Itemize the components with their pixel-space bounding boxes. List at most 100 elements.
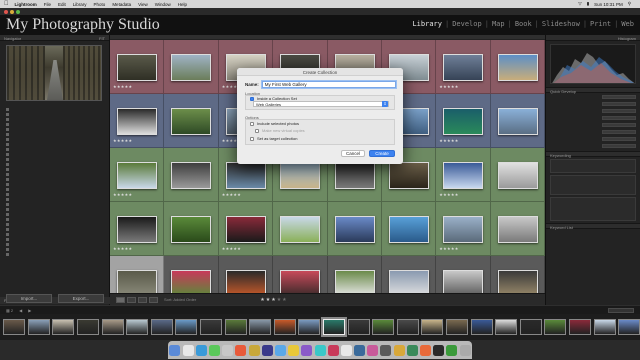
- photo-thumbnail[interactable]: [171, 162, 212, 189]
- filmstrip-thumbnail[interactable]: [421, 319, 444, 335]
- dock-app-icon[interactable]: [380, 344, 392, 356]
- module-develop[interactable]: Develop: [452, 20, 482, 28]
- photo-thumbnail[interactable]: [388, 216, 429, 243]
- photo-thumbnail[interactable]: [280, 216, 321, 243]
- vibrance-field[interactable]: [602, 143, 636, 148]
- keyword-list-header[interactable]: Keyword List: [546, 223, 640, 230]
- photo-thumbnail[interactable]: [388, 162, 429, 189]
- close-window-icon[interactable]: [4, 9, 8, 14]
- include-selected-checkbox[interactable]: Include selected photos: [250, 121, 299, 126]
- photo-thumbnail[interactable]: [171, 108, 212, 135]
- star-rating[interactable]: ★★★★★: [113, 192, 132, 197]
- minimize-window-icon[interactable]: [10, 9, 14, 14]
- star-rating[interactable]: ★★★★★: [439, 192, 458, 197]
- saved-preset-field[interactable]: [602, 94, 636, 99]
- photo-thumbnail[interactable]: [280, 162, 321, 189]
- filmstrip-thumbnail[interactable]: [372, 319, 395, 335]
- photo-thumbnail[interactable]: [117, 162, 157, 189]
- temperature-field[interactable]: [602, 108, 636, 113]
- menu-help[interactable]: Help: [178, 2, 187, 7]
- photo-thumbnail[interactable]: [497, 108, 538, 135]
- rating-stars[interactable]: ★★★★★: [260, 297, 287, 303]
- photo-thumbnail[interactable]: [334, 216, 375, 243]
- dock-app-icon[interactable]: [182, 344, 194, 356]
- set-target-checkbox[interactable]: Set as target collection: [250, 136, 297, 141]
- search-icon[interactable]: ⚲: [628, 1, 631, 7]
- dock-app-icon[interactable]: [393, 344, 405, 356]
- filmstrip-thumbnail[interactable]: [568, 319, 591, 335]
- sort-control[interactable]: Sort: Added Order: [164, 297, 196, 302]
- photo-thumbnail[interactable]: [497, 216, 538, 243]
- filmstrip-thumbnail[interactable]: [175, 319, 198, 335]
- dock-app-icon[interactable]: [248, 344, 260, 356]
- module-library[interactable]: Library: [412, 20, 442, 28]
- menu-window[interactable]: Window: [155, 2, 171, 7]
- menu-metadata[interactable]: Metadata: [112, 2, 131, 7]
- grid-cell[interactable]: [490, 40, 545, 94]
- photo-thumbnail[interactable]: [443, 162, 484, 189]
- star-rating[interactable]: ★★★★★: [222, 192, 241, 197]
- star-rating[interactable]: ★★★★★: [439, 84, 458, 89]
- tint-field[interactable]: [602, 115, 636, 120]
- filmstrip-thumbnail[interactable]: [618, 319, 640, 335]
- dock-app-icon[interactable]: [209, 344, 220, 356]
- grid-cell[interactable]: [490, 94, 545, 148]
- filmstrip-thumbnail[interactable]: [101, 319, 124, 335]
- filmstrip-thumbnail[interactable]: [126, 319, 149, 335]
- dock-app-icon[interactable]: [288, 344, 300, 356]
- grid-cell[interactable]: ★★★★★: [436, 40, 491, 94]
- grid-cell[interactable]: ★★★★★: [436, 148, 491, 202]
- forward-icon[interactable]: ▶: [28, 308, 31, 313]
- filmstrip-thumbnail[interactable]: [249, 319, 272, 335]
- filmstrip-thumbnail[interactable]: [495, 319, 518, 335]
- create-button[interactable]: Create: [369, 150, 395, 157]
- star-rating[interactable]: ★★★★★: [113, 138, 132, 143]
- grid-cell[interactable]: ★★★★★: [110, 94, 165, 148]
- grid-cell[interactable]: [490, 202, 545, 256]
- module-web[interactable]: Web: [621, 20, 634, 28]
- star-rating[interactable]: ★★★★★: [439, 138, 458, 143]
- photo-thumbnail[interactable]: [171, 216, 212, 243]
- grid-cell[interactable]: [327, 202, 382, 256]
- filmstrip-thumbnail[interactable]: [519, 319, 542, 335]
- star-rating[interactable]: ★★★★★: [113, 84, 132, 89]
- module-book[interactable]: Book: [515, 20, 532, 28]
- filmstrip-thumbnail[interactable]: [470, 319, 493, 335]
- grid-cell[interactable]: [164, 94, 219, 148]
- zoom-window-icon[interactable]: [16, 9, 20, 14]
- photo-thumbnail[interactable]: [225, 162, 266, 189]
- photo-thumbnail[interactable]: [117, 216, 157, 243]
- filmstrip-thumbnail[interactable]: [27, 319, 50, 335]
- grid-cell[interactable]: ★★★★★: [436, 202, 491, 256]
- second-window-icon[interactable]: ▦ 2: [6, 308, 13, 313]
- filmstrip-thumbnail[interactable]: [200, 319, 223, 335]
- dock-app-icon[interactable]: [433, 344, 445, 356]
- dock-app-icon[interactable]: [446, 344, 458, 356]
- grid-cell[interactable]: ★★★★★: [218, 202, 274, 256]
- clarity-field[interactable]: [602, 136, 636, 141]
- star-rating[interactable]: ★★★★★: [222, 246, 241, 251]
- filmstrip-thumbnail[interactable]: [347, 319, 370, 335]
- photo-thumbnail[interactable]: [497, 54, 538, 81]
- grid-cell[interactable]: [273, 202, 328, 256]
- dock-app-icon[interactable]: [367, 344, 379, 356]
- grid-cell[interactable]: [164, 40, 219, 94]
- menu-file[interactable]: File: [44, 2, 51, 7]
- menu-library[interactable]: Library: [73, 2, 87, 7]
- module-slideshow[interactable]: Slideshow: [542, 20, 580, 28]
- back-icon[interactable]: ◀: [19, 308, 22, 313]
- grid-view-button[interactable]: [116, 296, 125, 303]
- collection-row[interactable]: [6, 252, 103, 257]
- cancel-button[interactable]: Cancel: [341, 150, 365, 157]
- histogram-header[interactable]: Histogram: [546, 35, 640, 41]
- filmstrip-thumbnail[interactable]: [544, 319, 567, 335]
- dock-app-icon[interactable]: [222, 344, 234, 356]
- dock-app-icon[interactable]: [261, 344, 273, 356]
- tone-control-field[interactable]: [602, 122, 636, 127]
- star-rating[interactable]: ★★★★★: [439, 246, 458, 251]
- filmstrip-thumbnail[interactable]: [593, 319, 616, 335]
- dock-app-icon[interactable]: [235, 344, 247, 356]
- photo-thumbnail[interactable]: [171, 54, 212, 81]
- export-button[interactable]: Export...: [58, 294, 104, 303]
- filmstrip-thumbnail[interactable]: [77, 319, 100, 335]
